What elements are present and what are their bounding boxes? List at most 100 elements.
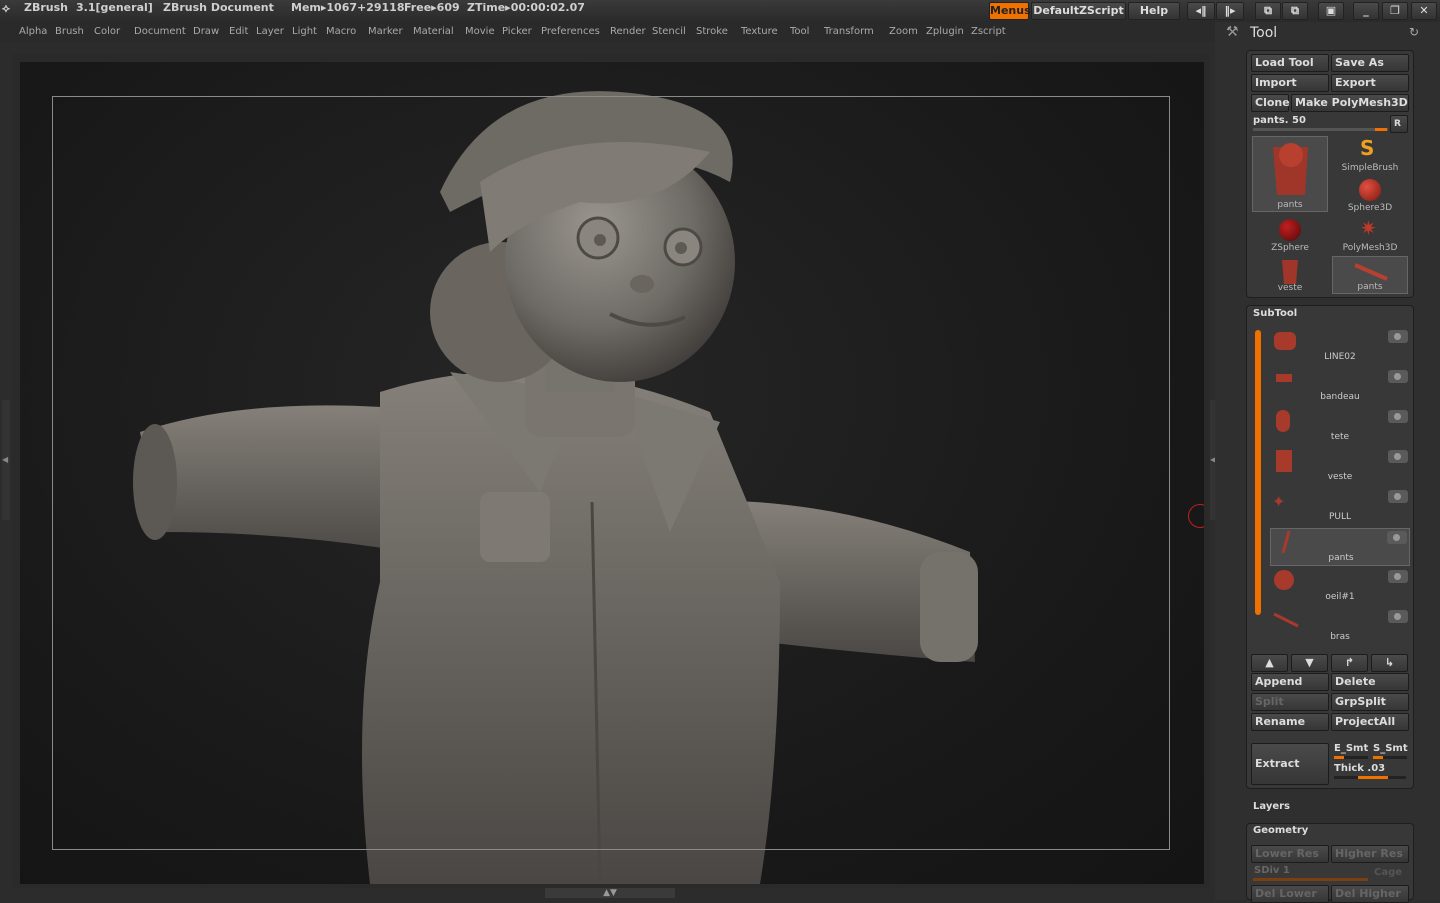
left-tray-handle-icon[interactable]: ◀ bbox=[2, 400, 10, 520]
menu-brush[interactable]: Brush bbox=[55, 26, 84, 37]
load-tool-button[interactable]: Load Tool bbox=[1251, 54, 1329, 72]
menu-stroke[interactable]: Stroke bbox=[696, 26, 728, 37]
tool-slot-pants[interactable]: pants bbox=[1252, 136, 1328, 212]
s-smt-slider[interactable] bbox=[1373, 756, 1407, 759]
menu-zplugin[interactable]: Zplugin bbox=[926, 26, 964, 37]
subtool-item-pants[interactable]: pants bbox=[1270, 528, 1410, 566]
tool-slot-pants-2[interactable]: pants bbox=[1332, 256, 1408, 294]
extract-button[interactable]: Extract bbox=[1251, 743, 1329, 785]
clone-button[interactable]: Clone bbox=[1251, 94, 1290, 112]
cage-button[interactable]: Cage bbox=[1374, 867, 1402, 878]
menu-preferences[interactable]: Preferences bbox=[541, 26, 600, 37]
merge-down-icon[interactable]: ↱ bbox=[1331, 654, 1368, 672]
tool-slot-simplebrush[interactable]: S SimpleBrush bbox=[1332, 136, 1408, 174]
thick-slider[interactable] bbox=[1334, 776, 1406, 779]
menu-light[interactable]: Light bbox=[292, 26, 317, 37]
layers-title[interactable]: Layers bbox=[1253, 801, 1290, 812]
menu-zoom[interactable]: Zoom bbox=[889, 26, 918, 37]
subtool-name: bras bbox=[1330, 632, 1350, 642]
tool-slot-sphere3d[interactable]: Sphere3D bbox=[1332, 176, 1408, 214]
menu-zscript[interactable]: Zscript bbox=[971, 26, 1006, 37]
del-higher-button[interactable]: Del Higher bbox=[1331, 885, 1409, 903]
subtool-item-oeil1[interactable]: oeil#1 bbox=[1270, 568, 1410, 606]
menu-macro[interactable]: Macro bbox=[326, 26, 356, 37]
sphere3d-icon bbox=[1359, 179, 1381, 201]
rename-button[interactable]: Rename bbox=[1251, 713, 1329, 731]
default-zscript-button[interactable]: DefaultZScript bbox=[1031, 2, 1126, 20]
menu-texture[interactable]: Texture bbox=[741, 26, 778, 37]
eye-icon[interactable] bbox=[1388, 610, 1408, 623]
title-bar: ⟡ ZBrush 3.1[general] ZBrush Document Me… bbox=[0, 0, 1440, 22]
slot-caption: ZSphere bbox=[1271, 243, 1309, 253]
menu-picker[interactable]: Picker bbox=[502, 26, 532, 37]
eye-icon[interactable] bbox=[1388, 370, 1408, 383]
merge-visible-icon[interactable]: ↳ bbox=[1371, 654, 1408, 672]
menu-transform[interactable]: Transform bbox=[824, 26, 874, 37]
subtool-item-bras[interactable]: bras bbox=[1270, 608, 1410, 646]
menu-movie[interactable]: Movie bbox=[465, 26, 495, 37]
prev-layout-icon[interactable]: ◂‖ bbox=[1187, 2, 1215, 20]
sdiv-slider[interactable] bbox=[1253, 878, 1368, 881]
make-polymesh-button[interactable]: Make PolyMesh3D bbox=[1291, 94, 1409, 112]
projectall-button[interactable]: ProjectAll bbox=[1331, 713, 1409, 731]
subtool-item-bandeau[interactable]: bandeau bbox=[1270, 368, 1410, 406]
eye-icon[interactable] bbox=[1387, 531, 1407, 544]
menu-marker[interactable]: Marker bbox=[368, 26, 403, 37]
eye-icon[interactable] bbox=[1388, 450, 1408, 463]
subtool-scrollbar[interactable] bbox=[1255, 330, 1261, 615]
oeil-thumb-icon bbox=[1274, 570, 1294, 590]
menu-material[interactable]: Material bbox=[413, 26, 454, 37]
thick-label: Thick .03 bbox=[1334, 763, 1386, 774]
subtool-item-line02[interactable]: LINE02 bbox=[1270, 328, 1410, 366]
subtool-item-veste[interactable]: veste bbox=[1270, 448, 1410, 486]
tool-size-slider[interactable] bbox=[1253, 128, 1388, 131]
menu-alpha[interactable]: Alpha bbox=[19, 26, 47, 37]
lower-res-button[interactable]: Lower Res bbox=[1251, 845, 1329, 863]
menu-edit[interactable]: Edit bbox=[229, 26, 248, 37]
minimize-icon[interactable]: _ bbox=[1353, 2, 1379, 20]
append-button[interactable]: Append bbox=[1251, 673, 1329, 691]
move-up-icon[interactable]: ▲ bbox=[1251, 654, 1288, 672]
veste-thumb-icon bbox=[1276, 450, 1292, 472]
menu-stencil[interactable]: Stencil bbox=[652, 26, 686, 37]
lock-icon[interactable]: ▣ bbox=[1318, 2, 1344, 20]
save-as-button[interactable]: Save As bbox=[1331, 54, 1409, 72]
eye-icon[interactable] bbox=[1388, 410, 1408, 423]
refresh-icon[interactable]: ↻ bbox=[1409, 25, 1419, 39]
menus-button[interactable]: Menus bbox=[989, 2, 1031, 20]
eye-icon[interactable] bbox=[1388, 570, 1408, 583]
maximize-icon[interactable]: ❐ bbox=[1382, 2, 1408, 20]
higher-res-button[interactable]: Higher Res bbox=[1331, 845, 1409, 863]
free-readout: Free▸609 bbox=[404, 1, 460, 14]
eye-icon[interactable] bbox=[1388, 490, 1408, 503]
r-button[interactable]: R bbox=[1390, 115, 1408, 133]
delete-button[interactable]: Delete bbox=[1331, 673, 1409, 691]
geometry-title[interactable]: Geometry bbox=[1253, 825, 1308, 836]
help-button[interactable]: Help bbox=[1128, 2, 1180, 20]
menu-document[interactable]: Document bbox=[134, 26, 186, 37]
tool-slot-zsphere[interactable]: ZSphere bbox=[1252, 216, 1328, 254]
menu-tool[interactable]: Tool bbox=[790, 26, 809, 37]
bottom-tray-handle-icon[interactable]: ▲▼ bbox=[545, 888, 675, 898]
menu-color[interactable]: Color bbox=[94, 26, 120, 37]
close-icon[interactable]: ✕ bbox=[1411, 2, 1437, 20]
eye-icon[interactable] bbox=[1388, 330, 1408, 343]
grpsplit-button[interactable]: GrpSplit bbox=[1331, 693, 1409, 711]
pull-thumb-icon: ✦ bbox=[1272, 492, 1286, 511]
window-layout-icon[interactable]: ⧉ bbox=[1255, 2, 1281, 20]
menu-render[interactable]: Render bbox=[610, 26, 646, 37]
split-button[interactable]: Split bbox=[1251, 693, 1329, 711]
window-cascade-icon[interactable]: ⧉ bbox=[1282, 2, 1308, 20]
export-button[interactable]: Export bbox=[1331, 74, 1409, 92]
import-button[interactable]: Import bbox=[1251, 74, 1329, 92]
menu-layer[interactable]: Layer bbox=[256, 26, 284, 37]
subtool-item-tete[interactable]: tete bbox=[1270, 408, 1410, 446]
del-lower-button[interactable]: Del Lower bbox=[1251, 885, 1329, 903]
e-smt-slider[interactable] bbox=[1334, 756, 1368, 759]
next-layout-icon[interactable]: ‖▸ bbox=[1216, 2, 1244, 20]
tool-slot-polymesh3d[interactable]: ✷ PolyMesh3D bbox=[1332, 216, 1408, 254]
subtool-item-pull[interactable]: ✦ PULL bbox=[1270, 488, 1410, 526]
move-down-icon[interactable]: ▼ bbox=[1291, 654, 1328, 672]
tool-slot-veste[interactable]: veste bbox=[1252, 256, 1328, 294]
menu-draw[interactable]: Draw bbox=[193, 26, 219, 37]
